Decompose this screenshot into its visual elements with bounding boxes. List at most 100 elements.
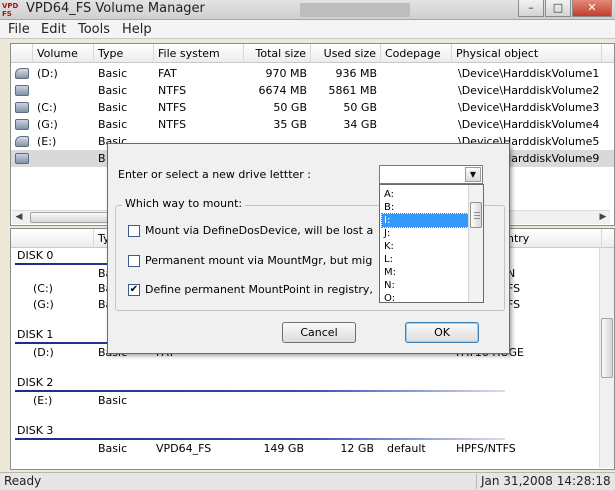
total-cell: 6674 MB	[258, 84, 307, 97]
physical-cell: \Device\HarddiskVolume2	[458, 84, 600, 97]
header-file-system[interactable]: File system	[154, 44, 244, 63]
cancel-button[interactable]: Cancel	[282, 322, 356, 343]
used-cell: 34 GB	[343, 118, 377, 131]
checkbox-label: Define permanent MountPoint in registry,…	[145, 283, 373, 296]
volume-cell: (D:)	[37, 67, 58, 80]
type-cell: Basic	[98, 67, 128, 80]
checkbox-label: Mount via DefineDosDevice, will be lost …	[145, 224, 373, 237]
type-cell: B	[98, 152, 106, 165]
menu-tools[interactable]: Tools	[78, 22, 110, 37]
hard-drive-icon	[15, 119, 29, 130]
menu-file[interactable]: File	[8, 22, 30, 37]
checkbox-definedosdevice[interactable]	[128, 225, 140, 237]
disk-header-entry[interactable]: ntry	[503, 229, 602, 248]
disk-list-vscrollbar[interactable]	[599, 248, 614, 468]
fs-cell: FAT	[158, 67, 177, 80]
dropdown-option[interactable]: L:	[382, 253, 468, 266]
type-cell: Basic	[98, 118, 128, 131]
physical-cell: \Device\HarddiskVolume4	[458, 118, 600, 131]
grip-line	[474, 218, 480, 219]
header-used-size[interactable]: Used size	[311, 44, 381, 63]
table-row[interactable]: (G:) Basic NTFS 35 GB 34 GB \Device\Hard…	[11, 116, 614, 133]
header-type[interactable]: Type	[94, 44, 154, 63]
maximize-button[interactable]: □	[545, 0, 571, 17]
type-cell: Basic	[98, 101, 128, 114]
physical-cell: \Device\HarddiskVolume1	[458, 67, 600, 80]
close-button[interactable]: ✕	[572, 0, 612, 17]
type-cell: Basic	[98, 84, 128, 97]
used-cell: 12 GB	[340, 442, 374, 455]
check-mark-icon: ✔	[129, 284, 139, 295]
vscroll-thumb[interactable]	[601, 318, 613, 378]
total-cell: 35 GB	[273, 118, 307, 131]
removable-drive-icon	[15, 136, 29, 147]
scroll-left-arrow-icon[interactable]: ◀	[12, 211, 26, 225]
scroll-right-arrow-icon[interactable]: ▶	[596, 211, 610, 225]
dropdown-scrollbar[interactable]	[468, 185, 483, 302]
disk-header-blank[interactable]	[11, 229, 94, 248]
header-total-size[interactable]: Total size	[244, 44, 311, 63]
status-bar: Ready Jan 31,2008 14:28:18	[0, 472, 615, 490]
disk-label: DISK 1	[17, 328, 54, 341]
ok-button[interactable]: OK	[405, 322, 479, 343]
checkbox-mountmgr[interactable]	[128, 255, 140, 267]
volume-cell: (C:)	[33, 282, 53, 295]
disk-label: DISK 2	[17, 376, 54, 389]
table-row[interactable]: (D:) Basic FAT 970 MB 936 MB \Device\Har…	[11, 65, 614, 82]
header-icon-col[interactable]	[11, 44, 33, 63]
drive-letter-combo[interactable]: ▼	[379, 165, 483, 184]
header-physical-object[interactable]: Physical object	[452, 44, 602, 63]
drive-letter-dropdown[interactable]: A: B: I: J: K: L: M: N: O:	[379, 184, 484, 303]
header-codepage[interactable]: Codepage	[381, 44, 452, 63]
type-cell: Basic	[98, 442, 128, 455]
total-cell: 970 MB	[265, 67, 307, 80]
disk-label: DISK 3	[17, 424, 54, 437]
fs-cell: NTFS	[158, 101, 187, 114]
checkbox-registry-mountpoint[interactable]: ✔	[128, 284, 140, 296]
removable-drive-icon	[15, 68, 29, 79]
fs-cell: NTFS	[158, 118, 187, 131]
entry-cell: HPFS/NTFS	[456, 442, 516, 455]
codepage-cell: default	[387, 442, 426, 455]
app-icon: VPD FS	[2, 2, 19, 18]
disk-row[interactable]: Basic VPD64_FS 149 GB 12 GB default HPFS…	[11, 440, 614, 457]
dropdown-option-selected[interactable]: I:	[381, 213, 469, 228]
menu-edit[interactable]: Edit	[41, 22, 66, 37]
volume-cell: (G:)	[33, 298, 54, 311]
mount-method-label: Which way to mount:	[122, 197, 246, 210]
dropdown-scroll-thumb[interactable]	[470, 202, 482, 228]
window-title: VPD64_FS Volume Manager	[26, 1, 205, 16]
table-row[interactable]: (C:) Basic NTFS 50 GB 50 GB \Device\Hard…	[11, 99, 614, 116]
checkbox-label: Permanent mount via MountMgr, but might …	[145, 254, 373, 267]
title-bar: VPD FS VPD64_FS Volume Manager – □ ✕	[0, 0, 615, 20]
dropdown-option[interactable]: B:	[382, 201, 468, 214]
mount-dialog: Enter or select a new drive lettter : ▼ …	[107, 143, 510, 354]
volume-cell: (E:)	[33, 394, 53, 407]
dropdown-option[interactable]: A:	[382, 188, 468, 201]
volume-cell: (G:)	[37, 118, 58, 131]
dropdown-option[interactable]: N:	[382, 279, 468, 292]
used-cell: 936 MB	[335, 67, 377, 80]
volume-cell: (C:)	[37, 101, 57, 114]
volume-cell: (D:)	[33, 346, 54, 359]
table-row[interactable]: Basic NTFS 6674 MB 5861 MB \Device\Hardd…	[11, 82, 614, 99]
dropdown-option[interactable]: J:	[382, 227, 468, 240]
used-cell: 5861 MB	[328, 84, 377, 97]
dropdown-option[interactable]: M:	[382, 266, 468, 279]
menu-bar: File Edit Tools Help	[0, 20, 615, 39]
header-volume[interactable]: Volume	[33, 44, 94, 63]
title-blur	[300, 3, 410, 17]
chevron-down-icon[interactable]: ▼	[465, 167, 481, 182]
volume-list-header: Volume Type File system Total size Used …	[11, 44, 614, 63]
menu-help[interactable]: Help	[122, 22, 152, 37]
dropdown-option[interactable]: K:	[382, 240, 468, 253]
dropdown-option[interactable]: O:	[382, 292, 468, 302]
used-cell: 50 GB	[343, 101, 377, 114]
fs-cell: NTFS	[158, 84, 187, 97]
hard-drive-icon	[15, 85, 29, 96]
disk-row[interactable]: (E:) Basic	[11, 392, 614, 409]
drive-letter-prompt: Enter or select a new drive lettter :	[118, 168, 312, 181]
disk-label: DISK 0	[17, 249, 54, 262]
status-datetime: Jan 31,2008 14:28:18	[476, 474, 611, 489]
minimize-button[interactable]: –	[518, 0, 544, 17]
